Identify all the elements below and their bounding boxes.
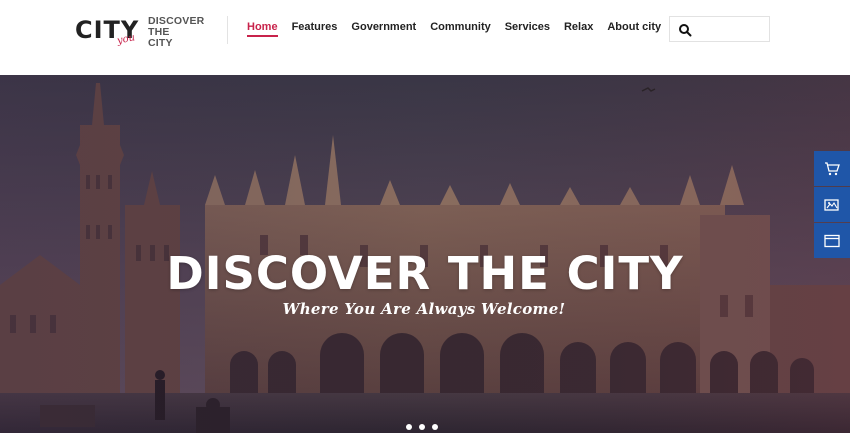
cart-button[interactable]	[814, 151, 850, 186]
nav-item-government[interactable]: Government	[351, 21, 416, 37]
logo-tagline: DISCOVER THE CITY	[148, 16, 204, 49]
header-divider	[227, 16, 228, 44]
slider-dot[interactable]	[432, 424, 438, 430]
gallery-button[interactable]	[814, 187, 850, 222]
window-button[interactable]	[814, 223, 850, 258]
hero-subtitle: Where You Are Always Welcome!	[282, 300, 566, 318]
cart-icon	[825, 161, 840, 175]
nav-item-services[interactable]: Services	[505, 21, 550, 37]
logo-brand-accent: you	[116, 32, 137, 47]
nav-item-features[interactable]: Features	[292, 21, 338, 37]
nav-item-home[interactable]: Home	[247, 21, 278, 37]
slider-dot[interactable]	[406, 424, 412, 430]
window-icon	[824, 234, 840, 247]
search-box[interactable]	[669, 16, 770, 42]
site-logo[interactable]: CITY you DISCOVER THE CITY	[75, 14, 215, 54]
logo-tagline-line: CITY	[148, 37, 173, 49]
nav-item-community[interactable]: Community	[430, 21, 491, 37]
main-nav: Home Features Government Community Servi…	[247, 21, 661, 37]
side-widget-bar	[814, 151, 850, 259]
search-icon[interactable]	[678, 23, 692, 37]
slider-dot[interactable]	[419, 424, 425, 430]
hero-title: DISCOVER THE CITY	[166, 247, 684, 300]
slider-pagination	[406, 424, 438, 430]
search-input[interactable]	[696, 20, 766, 38]
nav-item-relax[interactable]: Relax	[564, 21, 593, 37]
site-header: CITY you DISCOVER THE CITY Home Features…	[0, 0, 850, 75]
hero-slider: DISCOVER THE CITY Where You Are Always W…	[0, 75, 850, 433]
image-icon	[824, 198, 839, 211]
nav-item-about-city[interactable]: About city	[607, 21, 661, 37]
